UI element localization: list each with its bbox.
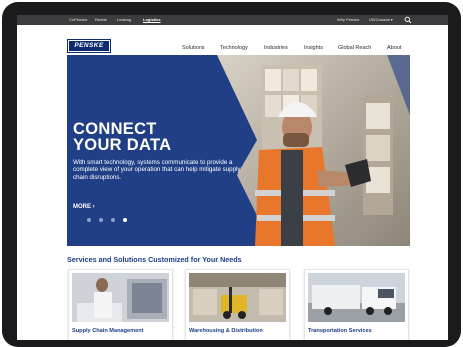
penske-logo[interactable]: PENSKE	[67, 39, 111, 53]
utility-link-logistics[interactable]: Logistics	[143, 17, 161, 22]
device-frame: CoPenske Rental Leasing Logistics Why Pe…	[2, 2, 461, 347]
hero-more-link[interactable]: MORE ›	[73, 204, 95, 210]
nav-solutions[interactable]: Solutions	[182, 45, 205, 51]
card-transportation-services[interactable]: Transportation Services	[304, 269, 409, 340]
nav-technology[interactable]: Technology	[220, 45, 248, 51]
carousel-dot[interactable]	[87, 218, 91, 222]
hero-title-line-2: YOUR DATA	[73, 136, 172, 154]
region-selector[interactable]: US/Canada ▾	[369, 17, 393, 22]
utility-link-why-penske[interactable]: Why Penske	[337, 17, 359, 22]
site-header: PENSKE Solutions Technology Industries I…	[17, 25, 448, 53]
utility-link-copenske[interactable]: CoPenske	[69, 17, 87, 22]
nav-about[interactable]: About	[387, 45, 401, 51]
hero-title: CONNECT YOUR DATA	[73, 120, 172, 154]
hero-subtitle: With smart technology, systems communica…	[73, 159, 241, 181]
card-label-supply-chain[interactable]: Supply Chain Management	[72, 328, 143, 334]
card-supply-chain-management[interactable]: Supply Chain Management	[68, 269, 173, 340]
card-label-warehousing[interactable]: Warehousing & Distribution	[189, 328, 263, 334]
worker-with-tablet-photo	[72, 273, 169, 322]
carousel-dot[interactable]	[111, 218, 115, 222]
nav-insights[interactable]: Insights	[304, 45, 323, 51]
utility-link-leasing[interactable]: Leasing	[117, 17, 131, 22]
hero-banner[interactable]: CONNECT YOUR DATA With smart technology,…	[67, 55, 410, 246]
semi-truck-photo	[308, 273, 405, 322]
services-heading: Services and Solutions Customized for Yo…	[67, 255, 242, 264]
carousel-dot-active[interactable]	[123, 218, 127, 222]
utility-bar: CoPenske Rental Leasing Logistics Why Pe…	[17, 15, 448, 25]
nav-global-reach[interactable]: Global Reach	[338, 45, 371, 51]
utility-link-rental[interactable]: Rental	[95, 17, 107, 22]
card-label-transportation[interactable]: Transportation Services	[308, 328, 372, 334]
browser-screen: CoPenske Rental Leasing Logistics Why Pe…	[17, 15, 448, 340]
nav-industries[interactable]: Industries	[264, 45, 288, 51]
card-warehousing-distribution[interactable]: Warehousing & Distribution	[185, 269, 290, 340]
search-icon[interactable]	[404, 16, 412, 24]
carousel-dot[interactable]	[99, 218, 103, 222]
hero-title-line-1: CONNECT	[73, 120, 157, 138]
forklift-warehouse-photo	[189, 273, 286, 322]
